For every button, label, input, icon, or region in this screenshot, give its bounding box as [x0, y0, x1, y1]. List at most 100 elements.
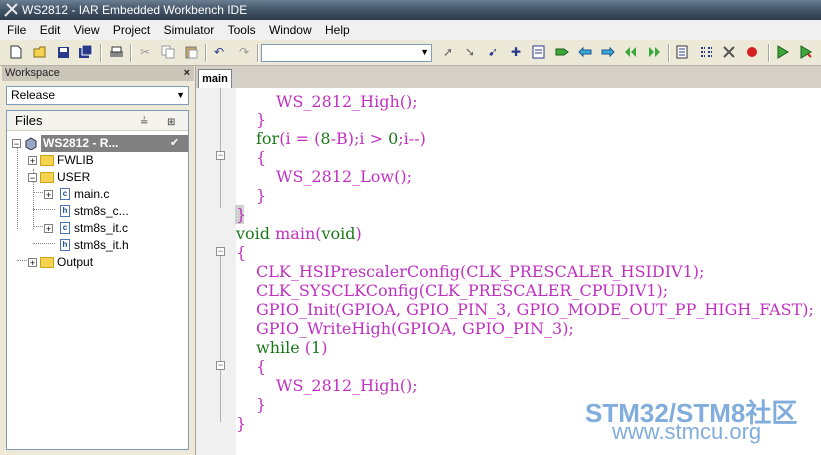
- paren: ): [321, 338, 328, 357]
- sort-icon[interactable]: ≟: [140, 113, 148, 133]
- code-line-4: {: [256, 148, 267, 167]
- navigate-forward-icon[interactable]: [646, 44, 662, 60]
- function-name: main(: [270, 224, 322, 243]
- iar-app-icon: [4, 3, 18, 17]
- tree-item-label: stm8s_c...: [74, 204, 129, 218]
- expand-icon[interactable]: +: [28, 156, 37, 166]
- workspace-header: Workspace ×: [2, 66, 194, 81]
- check-icon: ✔: [170, 137, 180, 149]
- find-in-files-icon[interactable]: ➹: [485, 44, 501, 60]
- tree-item-label: FWLIB: [57, 153, 94, 167]
- collapse-icon[interactable]: −: [12, 139, 21, 149]
- collapse-icon[interactable]: −: [28, 173, 37, 183]
- code-line-18: }: [236, 414, 247, 433]
- menu-edit[interactable]: Edit: [36, 20, 65, 40]
- tree-item-fwlib[interactable]: + FWLIB: [7, 152, 188, 169]
- tree-item-user[interactable]: − USER: [7, 169, 188, 186]
- watermark-url: www.stmcu.org: [612, 419, 762, 444]
- tree-item-output[interactable]: + Output: [7, 254, 188, 271]
- configuration-value: Release: [11, 88, 56, 102]
- next-bookmark-icon[interactable]: [600, 44, 616, 60]
- code-line-2: }: [256, 110, 267, 129]
- fold-guide: [220, 252, 221, 422]
- tab-main[interactable]: main: [198, 69, 232, 88]
- print-icon[interactable]: [108, 44, 124, 60]
- code-line-16: WS_2812_High();: [276, 376, 418, 395]
- menu-window[interactable]: Window: [265, 20, 316, 40]
- undo-icon[interactable]: ↶: [211, 44, 227, 60]
- menu-help[interactable]: Help: [321, 20, 354, 40]
- expand-icon[interactable]: +: [28, 258, 37, 268]
- make-icon[interactable]: [698, 44, 714, 60]
- fold-guide: [220, 88, 221, 208]
- paren: ): [355, 224, 362, 243]
- tree-item-stm8s-it-h[interactable]: h stm8s_it.h: [7, 237, 188, 254]
- copy-icon[interactable]: [160, 44, 176, 60]
- workspace-title: Workspace: [5, 67, 60, 79]
- menu-view[interactable]: View: [70, 20, 104, 40]
- new-file-icon[interactable]: [8, 44, 24, 60]
- find-next-icon[interactable]: ➚: [440, 44, 456, 60]
- prev-bookmark-icon[interactable]: [577, 44, 593, 60]
- toolbar-separator: [130, 44, 132, 62]
- save-all-icon[interactable]: [78, 44, 94, 60]
- menu-file[interactable]: File: [3, 20, 30, 40]
- debug-without-download-icon[interactable]: [797, 44, 813, 60]
- literal-1: 1: [311, 338, 322, 357]
- toolbar-separator: [100, 44, 102, 62]
- open-folder-icon[interactable]: [32, 44, 48, 60]
- workspace-cube-icon: [25, 137, 37, 150]
- compile-icon[interactable]: [675, 44, 691, 60]
- toggle-breakpoint-icon[interactable]: [744, 44, 760, 60]
- project-name: WS2812 - R...: [41, 135, 188, 152]
- code-line-3: for(i = (8-B);i > 0;i--): [256, 129, 426, 148]
- fold-collapse-icon[interactable]: −: [216, 247, 225, 256]
- h-file-icon: h: [60, 205, 70, 217]
- window-title: WS2812 - IAR Embedded Workbench IDE: [22, 3, 248, 17]
- find-prev-icon[interactable]: ➘: [462, 44, 478, 60]
- tree-item-label: stm8s_it.c: [74, 221, 129, 235]
- chevron-down-icon[interactable]: ▼: [420, 47, 429, 57]
- replace-icon[interactable]: ✚: [508, 44, 524, 60]
- tree-item-stm8s-conf[interactable]: h stm8s_c...: [7, 203, 188, 220]
- tree-item-label: stm8s_it.h: [74, 238, 129, 252]
- expand-icon[interactable]: +: [44, 190, 53, 200]
- configuration-select[interactable]: Release ▼: [6, 86, 189, 105]
- tree-item-main-c[interactable]: + c main.c: [7, 186, 188, 203]
- code-line-1: WS_2812_High();: [276, 92, 418, 111]
- tree-item-stm8s-it-c[interactable]: + c stm8s_it.c: [7, 220, 188, 237]
- find-combo-box[interactable]: ▼: [261, 44, 432, 62]
- code-line-8: void main(void): [236, 224, 362, 243]
- stop-build-icon[interactable]: [721, 44, 737, 60]
- cut-icon[interactable]: ✂: [137, 44, 153, 60]
- redo-icon[interactable]: ↷: [236, 44, 252, 60]
- toolbar-separator: [768, 44, 770, 62]
- menu-simulator[interactable]: Simulator: [160, 20, 219, 40]
- tree-item-project[interactable]: − WS2812 - R... ✔: [7, 135, 188, 152]
- c-file-icon: c: [60, 222, 70, 234]
- fold-collapse-icon[interactable]: −: [216, 151, 225, 160]
- menu-project[interactable]: Project: [109, 20, 154, 40]
- paste-icon[interactable]: [183, 44, 199, 60]
- column-options-icon[interactable]: ⊞: [167, 113, 175, 133]
- folder-icon: [40, 172, 54, 183]
- toggle-bookmark-icon[interactable]: [554, 44, 570, 60]
- keyword-while: while: [256, 338, 300, 357]
- menu-tools[interactable]: Tools: [224, 20, 260, 40]
- keyword-void: void: [236, 224, 271, 243]
- goto-line-icon[interactable]: [530, 44, 546, 60]
- code-line-6: }: [256, 186, 267, 205]
- expand-icon[interactable]: +: [44, 224, 53, 234]
- download-debug-icon[interactable]: [774, 44, 790, 60]
- chevron-down-icon[interactable]: ▼: [176, 87, 185, 104]
- toolbar-separator: [668, 44, 670, 62]
- close-icon[interactable]: ×: [184, 66, 190, 81]
- for-expression: ;i--): [398, 129, 426, 148]
- keyword-for: for: [256, 129, 280, 148]
- toolbar-separator: [205, 44, 207, 62]
- tree-item-label: USER: [57, 170, 91, 184]
- save-icon[interactable]: [55, 44, 71, 60]
- navigate-back-icon[interactable]: [623, 44, 639, 60]
- fold-collapse-icon[interactable]: −: [216, 361, 225, 370]
- code-line-9: {: [236, 243, 247, 262]
